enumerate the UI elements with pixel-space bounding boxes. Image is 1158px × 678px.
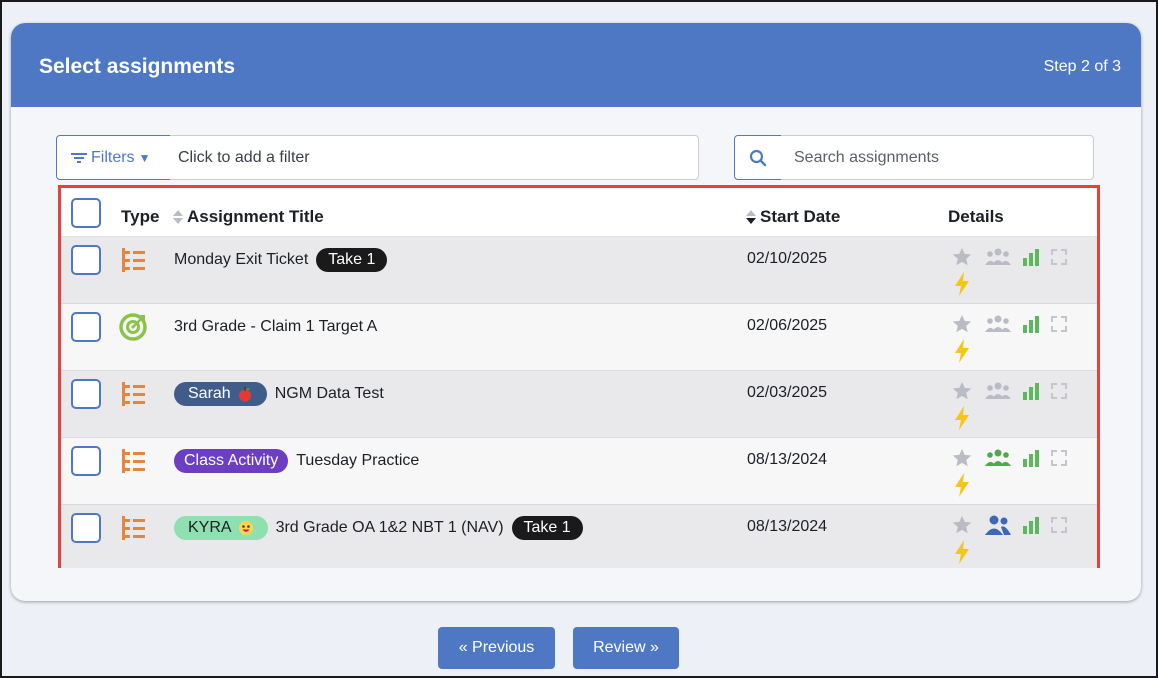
star-icon[interactable] [951, 380, 973, 402]
start-date: 02/06/2025 [747, 317, 828, 334]
assignment-title: 3rd Grade - Claim 1 Target A [174, 318, 378, 335]
table-row[interactable]: Sarah NGM Data Test 02/03/2025 [61, 371, 1097, 438]
sort-icon [173, 210, 183, 224]
previous-button[interactable]: « Previous [438, 627, 555, 669]
assignment-title: Monday Exit Ticket [174, 251, 309, 268]
bolt-icon[interactable] [954, 272, 970, 296]
refresh-icon[interactable] [1049, 381, 1069, 401]
table-header: Type Assignment Title Start Date Details [61, 188, 1097, 237]
star-icon[interactable] [951, 514, 973, 536]
bolt-icon[interactable] [954, 339, 970, 363]
row-checkbox[interactable] [71, 245, 101, 275]
window-frame: Select assignments Step 2 of 3 Filters ▼… [0, 0, 1158, 678]
details-icons [951, 378, 1081, 434]
bar-chart-icon[interactable] [1021, 247, 1041, 267]
take-badge: Take 1 [316, 248, 388, 272]
refresh-icon[interactable] [1049, 448, 1069, 468]
refresh-icon[interactable] [1049, 247, 1069, 267]
list-icon [122, 516, 145, 540]
owner-badge: Sarah [174, 382, 267, 406]
refresh-icon[interactable] [1049, 515, 1069, 535]
column-title-label: Assignment Title [187, 207, 324, 226]
take-badge: Take 1 [511, 516, 583, 540]
bar-chart-icon[interactable] [1021, 314, 1041, 334]
caret-down-icon: ▼ [138, 150, 151, 165]
star-icon[interactable] [951, 313, 973, 335]
bolt-icon[interactable] [954, 406, 970, 430]
assignment-title: NGM Data Test [274, 385, 384, 402]
bar-chart-icon[interactable] [1021, 515, 1041, 535]
start-date: 02/03/2025 [747, 384, 828, 401]
group-icon[interactable] [984, 448, 1012, 468]
refresh-icon[interactable] [1049, 314, 1069, 334]
search-button[interactable] [734, 135, 782, 180]
bolt-icon[interactable] [954, 540, 970, 564]
sort-desc-icon [746, 210, 756, 224]
row-checkbox[interactable] [71, 513, 101, 543]
filter-placeholder: Click to add a filter [178, 148, 310, 166]
user-pair-icon[interactable] [984, 514, 1012, 536]
search-icon [749, 149, 767, 166]
list-icon [122, 449, 145, 473]
filters-button[interactable]: Filters ▼ [56, 135, 171, 180]
student-badge: KYRA [174, 516, 268, 540]
assignment-title: 3rd Grade OA 1&2 NBT 1 (NAV) [275, 519, 504, 536]
student-badge-label: KYRA [188, 519, 232, 536]
assignment-card: Select assignments Step 2 of 3 Filters ▼… [11, 23, 1141, 601]
assignment-title-cell: Class Activity Tuesday Practice [174, 448, 419, 474]
owner-badge-label: Sarah [188, 385, 231, 402]
assignment-title-cell: KYRA 3rd Grade OA 1&2 NBT 1 (NAV) Take 1 [174, 515, 583, 541]
step-indicator: Step 2 of 3 [1043, 58, 1121, 75]
table-row[interactable]: Class Activity Tuesday Practice 08/13/20… [61, 438, 1097, 505]
star-icon[interactable] [951, 246, 973, 268]
bar-chart-icon[interactable] [1021, 448, 1041, 468]
table-row[interactable]: 3rd Grade - Claim 1 Target A 02/06/2025 [61, 304, 1097, 371]
assignments-table: Type Assignment Title Start Date Details… [58, 185, 1100, 568]
filter-input[interactable]: Click to add a filter [170, 135, 699, 180]
column-header-type: Type [121, 207, 160, 226]
column-header-details: Details [948, 207, 1004, 226]
details-icons [951, 311, 1081, 367]
list-icon [122, 248, 145, 272]
review-button[interactable]: Review » [573, 627, 679, 669]
start-date: 08/13/2024 [747, 518, 828, 535]
column-start-date-label: Start Date [760, 207, 841, 226]
column-header-start-date[interactable]: Start Date [745, 207, 840, 227]
card-header: Select assignments Step 2 of 3 [11, 23, 1141, 107]
start-date: 02/10/2025 [747, 250, 828, 267]
page-title: Select assignments [39, 55, 236, 78]
assignment-title-cell: 3rd Grade - Claim 1 Target A [174, 314, 377, 340]
star-icon[interactable] [951, 447, 973, 469]
apple-icon [238, 387, 251, 402]
target-icon [119, 313, 147, 341]
group-icon[interactable] [984, 314, 1012, 334]
group-icon[interactable] [984, 247, 1012, 267]
smiley-icon [238, 521, 253, 535]
bar-chart-icon[interactable] [1021, 381, 1041, 401]
filters-label: Filters [91, 148, 135, 166]
details-icons [951, 512, 1081, 568]
filter-icon [71, 152, 87, 163]
list-icon [122, 382, 145, 406]
search-input[interactable]: Search assignments [781, 135, 1094, 180]
search-placeholder: Search assignments [794, 148, 939, 166]
assignment-title-cell: Sarah NGM Data Test [174, 381, 384, 407]
assignment-title: Tuesday Practice [296, 452, 420, 469]
table-row[interactable]: Monday Exit Ticket Take 1 02/10/2025 [61, 237, 1097, 304]
select-all-checkbox[interactable] [71, 198, 101, 228]
column-header-title[interactable]: Assignment Title [172, 207, 324, 227]
details-icons [951, 244, 1081, 300]
table-row[interactable]: KYRA 3rd Grade OA 1&2 NBT 1 (NAV) Take 1… [61, 505, 1097, 568]
assignment-title-cell: Monday Exit Ticket Take 1 [174, 247, 388, 273]
row-checkbox[interactable] [71, 312, 101, 342]
group-icon[interactable] [984, 381, 1012, 401]
row-checkbox[interactable] [71, 379, 101, 409]
class-activity-badge: Class Activity [174, 449, 289, 473]
start-date: 08/13/2024 [747, 451, 828, 468]
row-checkbox[interactable] [71, 446, 101, 476]
details-icons [951, 445, 1081, 501]
bolt-icon[interactable] [954, 473, 970, 497]
